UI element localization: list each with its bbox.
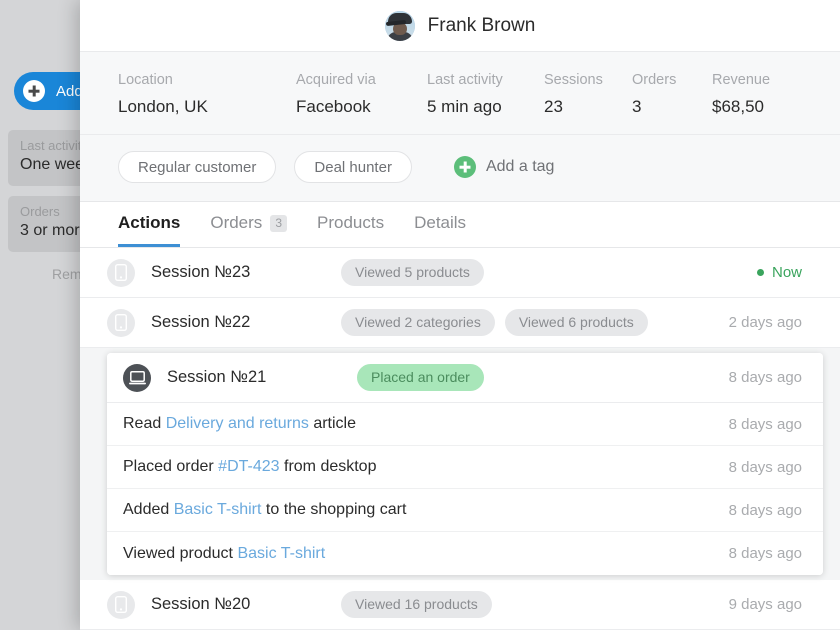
session-badge-order: Placed an order <box>357 364 484 391</box>
tab-details[interactable]: Details <box>414 213 466 247</box>
detail-link[interactable]: Basic T-shirt <box>237 545 325 562</box>
action-detail-time: 8 days ago <box>728 501 802 519</box>
detail-link[interactable]: Basic T-shirt <box>174 501 262 518</box>
stat-value: 5 min ago <box>427 97 502 116</box>
tab-label: Orders <box>210 213 263 232</box>
session-badge: Viewed 2 categories <box>341 309 495 336</box>
avatar <box>384 10 415 41</box>
tag-chip-deal-hunter[interactable]: Deal hunter <box>294 151 412 183</box>
customer-detail-modal: Frank Brown Location London, UK Acquired… <box>80 0 840 630</box>
stat-label: Acquired via <box>296 72 376 88</box>
stat-label: Orders <box>632 72 677 88</box>
action-detail-time: 8 days ago <box>728 415 802 433</box>
session-badges: Placed an order <box>357 364 729 391</box>
stat-location: Location London, UK <box>118 70 296 118</box>
action-detail-time: 8 days ago <box>728 458 802 476</box>
session-time-label: Now <box>771 264 802 281</box>
session-badge: Viewed 6 products <box>504 309 648 336</box>
detail-link[interactable]: Delivery and returns <box>166 415 309 432</box>
stat-value: London, UK <box>118 97 208 116</box>
stat-sessions: Sessions 23 <box>544 70 632 118</box>
tab-label: Products <box>317 213 385 232</box>
session-row[interactable]: Session №20 Viewed 16 products 9 days ag… <box>80 580 840 630</box>
session-title: Session №22 <box>151 313 251 331</box>
stat-value: 23 <box>544 97 563 116</box>
customer-tags: Regular customer Deal hunter Add a tag <box>80 135 840 202</box>
session-badges: Viewed 2 categories Viewed 6 products <box>341 309 729 336</box>
stat-label: Sessions <box>544 72 603 88</box>
action-detail-row[interactable]: Placed order #DT-423 from desktop 8 days… <box>107 446 823 489</box>
expanded-session-card: Session №21 Placed an order 8 days ago R… <box>107 353 823 575</box>
customer-stats: Location London, UK Acquired via Faceboo… <box>80 52 840 135</box>
plus-icon <box>23 80 45 102</box>
action-detail-text: Viewed product Basic T-shirt <box>123 545 729 563</box>
mobile-device-icon <box>107 308 135 337</box>
action-detail-text: Read Delivery and returns article <box>123 415 729 433</box>
stat-value: 3 <box>632 97 642 116</box>
session-title: Session №20 <box>151 595 251 613</box>
detail-suffix: from desktop <box>279 458 377 475</box>
action-detail-text: Added Basic T-shirt to the shopping cart <box>123 501 729 519</box>
session-title: Session №21 <box>167 368 267 386</box>
stat-value: Facebook <box>296 97 371 116</box>
detail-prefix: Viewed product <box>123 544 238 562</box>
stat-label: Last activity <box>427 72 503 88</box>
action-detail-row[interactable]: Viewed product Basic T-shirt 8 days ago <box>107 532 823 575</box>
tab-label: Actions <box>118 213 181 232</box>
session-badge: Viewed 5 products <box>341 259 484 286</box>
session-title: Session №23 <box>151 263 251 281</box>
stat-last-activity: Last activity 5 min ago <box>427 70 544 118</box>
mobile-device-icon <box>107 590 135 619</box>
stat-orders: Orders 3 <box>632 70 712 118</box>
plus-circle-icon <box>453 156 476 178</box>
page-title: Frank Brown <box>427 14 536 36</box>
action-detail-text: Placed order #DT-423 from desktop <box>123 458 729 476</box>
detail-prefix: Added <box>123 501 174 518</box>
stat-label: Location <box>118 72 173 88</box>
stat-label: Revenue <box>712 72 771 88</box>
tag-chip-regular-customer[interactable]: Regular customer <box>118 151 277 183</box>
action-detail-time: 8 days ago <box>728 545 802 562</box>
desktop-device-icon <box>123 363 151 392</box>
detail-suffix: article <box>308 415 356 432</box>
add-tag-button[interactable]: Add a tag <box>453 156 555 178</box>
actions-list: Session №23 Viewed 5 products Now Sessio… <box>80 248 840 630</box>
detail-prefix: Placed order <box>123 458 219 475</box>
tab-badge-count: 3 <box>270 214 287 232</box>
stat-revenue: Revenue $68,50 <box>712 70 770 118</box>
session-row[interactable]: Session №22 Viewed 2 categories Viewed 6… <box>80 298 840 348</box>
session-time: Now <box>756 264 802 281</box>
tab-label: Details <box>414 213 467 232</box>
session-time: 8 days ago <box>728 369 802 386</box>
tab-products[interactable]: Products <box>317 213 384 247</box>
session-badges: Viewed 5 products <box>341 259 757 286</box>
action-detail-row[interactable]: Read Delivery and returns article 8 days… <box>107 403 823 446</box>
detail-link[interactable]: #DT-423 <box>218 458 279 475</box>
modal-header: Frank Brown <box>80 0 840 52</box>
online-dot-icon <box>756 269 764 276</box>
modal-tabs: Actions Orders 3 Products Details <box>80 202 840 248</box>
action-detail-row[interactable]: Added Basic T-shirt to the shopping cart… <box>107 489 823 532</box>
session-badges: Viewed 16 products <box>341 591 729 618</box>
detail-suffix: to the shopping cart <box>261 501 407 518</box>
mobile-device-icon <box>107 258 135 287</box>
session-time: 9 days ago <box>728 596 802 613</box>
background-sidebar: Add segment Last activity One week ago O… <box>0 0 168 630</box>
session-time: 2 days ago <box>728 314 802 331</box>
stat-value: $68,50 <box>712 97 764 116</box>
add-tag-label: Add a tag <box>485 158 555 175</box>
stat-acquired-via: Acquired via Facebook <box>296 70 427 118</box>
tab-actions[interactable]: Actions <box>118 213 181 247</box>
detail-prefix: Read <box>123 415 166 432</box>
session-badge: Viewed 16 products <box>341 591 492 618</box>
tab-orders[interactable]: Orders 3 <box>210 213 287 247</box>
session-row[interactable]: Session №23 Viewed 5 products Now <box>80 248 840 298</box>
session-row[interactable]: Session №21 Placed an order 8 days ago <box>107 353 823 403</box>
